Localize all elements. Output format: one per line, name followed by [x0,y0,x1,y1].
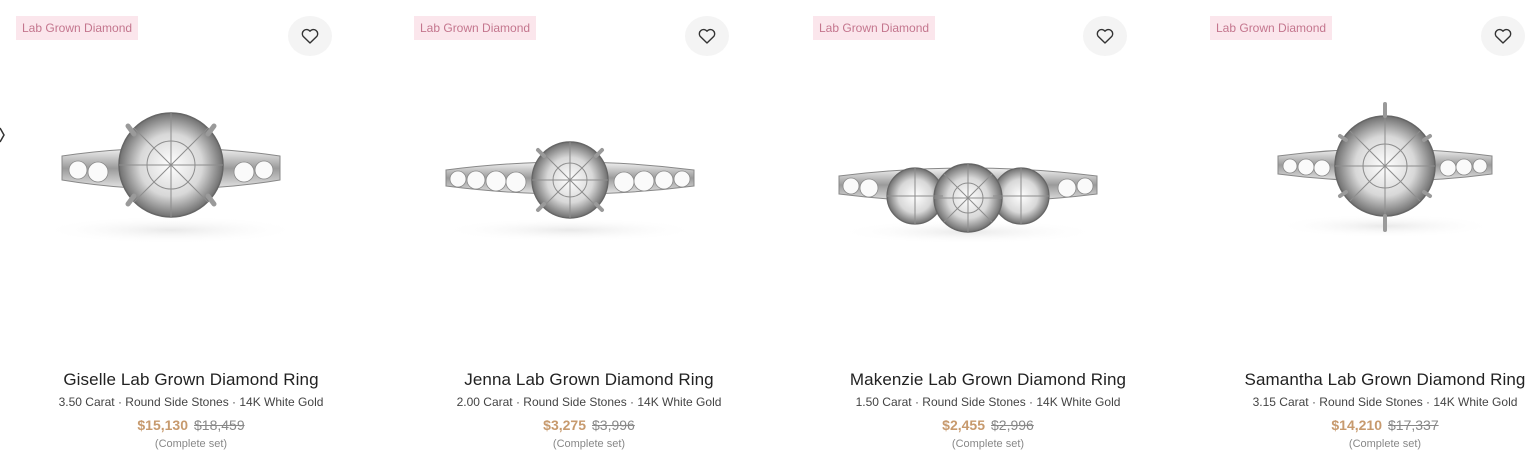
heart-icon [1096,28,1114,44]
sale-price: $15,130 [137,417,188,433]
sale-price: $3,275 [543,417,586,433]
product-image[interactable] [1200,70,1536,300]
complete-set-note: (Complete set) [154,438,228,450]
product-card[interactable]: Lab Grown Diamond [803,0,1173,470]
product-grid: Lab Grown Diamond Giselle Lab Grown Diam… [0,0,1536,470]
product-title[interactable]: Samantha Lab Grown Diamond Ring [1200,368,1536,392]
wishlist-button[interactable] [685,16,729,56]
price-row: $3,275 $3,996 [404,416,774,434]
complete-set-note: (Complete set) [951,438,1025,450]
original-price: $3,996 [592,417,635,433]
product-title[interactable]: Jenna Lab Grown Diamond Ring [404,368,774,392]
heart-icon [301,28,319,44]
sale-price: $2,455 [942,417,985,433]
price-row: $15,130 $18,459 [6,416,376,434]
price-row: $2,455 $2,996 [803,416,1173,434]
lab-grown-badge: Lab Grown Diamond [813,16,936,40]
product-info: Samantha Lab Grown Diamond Ring 3.15 Car… [1200,368,1536,451]
lab-grown-badge: Lab Grown Diamond [1210,16,1333,40]
product-title[interactable]: Makenzie Lab Grown Diamond Ring [803,368,1173,392]
original-price: $18,459 [194,417,245,433]
heart-icon [698,28,716,44]
price-row: $14,210 $17,337 [1200,416,1536,434]
lab-grown-badge: Lab Grown Diamond [16,16,139,40]
lab-grown-badge: Lab Grown Diamond [414,16,537,40]
product-image[interactable] [803,70,1173,300]
original-price: $2,996 [991,417,1034,433]
complete-set-note: (Complete set) [1348,438,1422,450]
heart-icon [1494,28,1512,44]
product-card[interactable]: Lab Grown Diamond [6,0,376,470]
product-specs: 2.00 Carat · Round Side Stones · 14K Whi… [456,395,722,409]
product-image[interactable] [404,70,774,300]
wishlist-button[interactable] [1481,16,1525,56]
product-info: Makenzie Lab Grown Diamond Ring 1.50 Car… [803,368,1173,451]
original-price: $17,337 [1388,417,1439,433]
product-specs: 1.50 Carat · Round Side Stones · 14K Whi… [855,395,1121,409]
product-specs: 3.50 Carat · Round Side Stones · 14K Whi… [58,395,324,409]
product-info: Giselle Lab Grown Diamond Ring 3.50 Cara… [6,368,376,451]
product-card[interactable]: Lab Grown Diamond [1200,0,1536,470]
sale-price: $14,210 [1331,417,1382,433]
complete-set-note: (Complete set) [552,438,626,450]
product-card[interactable]: Lab Grown Diamond [404,0,774,470]
wishlist-button[interactable] [288,16,332,56]
product-title[interactable]: Giselle Lab Grown Diamond Ring [6,368,376,392]
product-specs: 3.15 Carat · Round Side Stones · 14K Whi… [1252,395,1518,409]
wishlist-button[interactable] [1083,16,1127,56]
product-info: Jenna Lab Grown Diamond Ring 2.00 Carat … [404,368,774,451]
product-image[interactable] [6,70,376,300]
